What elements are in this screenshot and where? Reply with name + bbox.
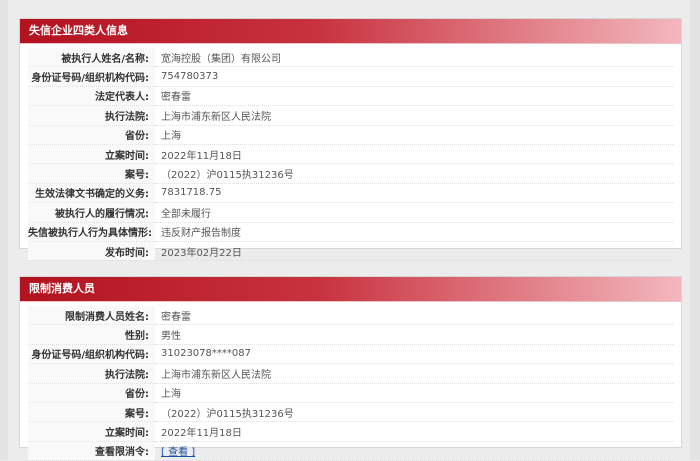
restricted-consumer-panel: 限制消费人员 限制消费人员姓名: 密春雷 性别: 男性 身份证号码/组织机构代码: 3… [19, 276, 682, 461]
row-label: 身份证号码/组织机构代码: [28, 66, 155, 87]
table-row: 执行法院: 上海市浦东新区人民法院 [28, 105, 673, 126]
row-value: 密春雷 [155, 86, 673, 107]
row-value: 2023年02月22日 [155, 241, 673, 262]
row-label: 被执行人姓名/名称: [28, 48, 155, 68]
row-value: （2022）沪0115执31236号 [155, 402, 673, 423]
row-value: 754780373 [155, 66, 673, 87]
table-row: 性别: 男性 [28, 324, 673, 345]
row-value: 上海市浦东新区人民法院 [155, 363, 673, 384]
table-row: 查看限消令: [ 查看 ] [28, 441, 673, 461]
row-value: 上海 [155, 383, 673, 403]
row-label: 被执行人的履行情况: [28, 202, 155, 223]
row-value: 上海市浦东新区人民法院 [155, 105, 673, 126]
row-value: 31023078****087 [155, 344, 673, 365]
row-value: 2022年11月18日 [155, 144, 673, 165]
table-row: 被执行人姓名/名称: 宽海控股（集团）有限公司 [28, 48, 673, 68]
row-label: 立案时间: [28, 144, 155, 165]
table-row: 失信被执行人行为具体情形: 违反财产报告制度 [28, 222, 673, 242]
table-row: 立案时间: 2022年11月18日 [28, 421, 673, 442]
row-value: 7831718.75 [155, 183, 673, 204]
table-row: 省份: 上海 [28, 383, 673, 403]
table-row: 立案时间: 2022年11月18日 [28, 144, 673, 165]
row-label: 性别: [28, 324, 155, 345]
table-row: 案号: （2022）沪0115执31236号 [28, 163, 673, 184]
table-row: 发布时间: 2023年02月22日 [28, 241, 673, 262]
dishonest-info-panel: 失信企业四类人信息 被执行人姓名/名称: 宽海控股（集团）有限公司 身份证号码/组… [19, 18, 682, 262]
table-row: 案号: （2022）沪0115执31236号 [28, 402, 673, 423]
right-margin [690, 0, 700, 460]
left-margin [0, 0, 8, 460]
table-row: 生效法律文书确定的义务: 7831718.75 [28, 183, 673, 204]
table-row: 法定代表人: 密春雷 [28, 86, 673, 107]
row-label: 法定代表人: [28, 86, 155, 107]
row-label: 生效法律文书确定的义务: [28, 183, 155, 204]
dishonest-info-table: 被执行人姓名/名称: 宽海控股（集团）有限公司 身份证号码/组织机构代码: 7547… [28, 48, 673, 262]
row-value: 宽海控股（集团）有限公司 [155, 48, 673, 68]
row-label: 案号: [28, 163, 155, 184]
table-row: 执行法院: 上海市浦东新区人民法院 [28, 363, 673, 384]
table-row: 省份: 上海 [28, 125, 673, 145]
table-row: 身份证号码/组织机构代码: 754780373 [28, 66, 673, 87]
row-value: 2022年11月18日 [155, 421, 673, 442]
table-row: 身份证号码/组织机构代码: 31023078****087 [28, 344, 673, 365]
table-row: 限制消费人员姓名: 密春雷 [28, 306, 673, 326]
table-row: 被执行人的履行情况: 全部未履行 [28, 202, 673, 223]
row-label: 省份: [28, 383, 155, 403]
row-label: 执行法院: [28, 363, 155, 384]
row-label: 发布时间: [28, 241, 155, 262]
row-label: 案号: [28, 402, 155, 423]
row-value: 违反财产报告制度 [155, 222, 673, 242]
row-value: （2022）沪0115执31236号 [155, 163, 673, 184]
restricted-consumer-table: 限制消费人员姓名: 密春雷 性别: 男性 身份证号码/组织机构代码: 31023078… [28, 306, 673, 461]
row-value: 上海 [155, 125, 673, 145]
row-label: 省份: [28, 125, 155, 145]
row-value: 全部未履行 [155, 202, 673, 223]
panel-title: 限制消费人员 [20, 277, 681, 302]
row-label: 失信被执行人行为具体情形: [28, 222, 155, 242]
view-restriction-order-link[interactable]: [ 查看 ] [161, 447, 195, 458]
panel-title: 失信企业四类人信息 [20, 19, 681, 44]
row-label: 执行法院: [28, 105, 155, 126]
row-label: 查看限消令: [28, 441, 155, 461]
row-label: 限制消费人员姓名: [28, 306, 155, 326]
row-label: 立案时间: [28, 421, 155, 442]
row-value: 男性 [155, 324, 673, 345]
row-value: 密春雷 [155, 306, 673, 326]
row-label: 身份证号码/组织机构代码: [28, 344, 155, 365]
